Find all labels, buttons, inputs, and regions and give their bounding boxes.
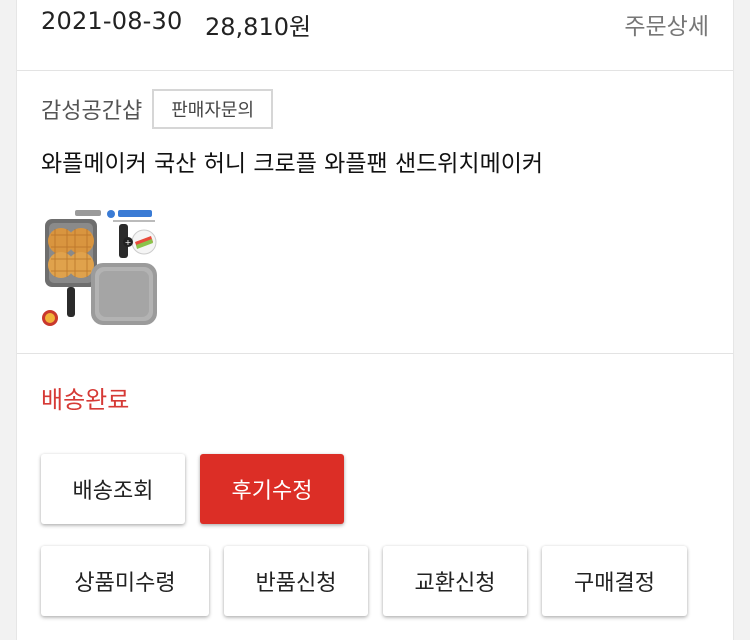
edit-review-button[interactable]: 후기수정 [200, 454, 344, 524]
product-thumbnail[interactable]: + [41, 207, 163, 329]
order-card: 2021-08-30 28,810원 주문상세 감성공간샵 판매자문의 와플메이… [16, 0, 734, 640]
order-header: 2021-08-30 28,810원 주문상세 [17, 0, 733, 71]
order-price: 28,810원 [205, 13, 312, 41]
product-name[interactable]: 와플메이커 국산 허니 크로플 와플팬 샌드위치메이커 [41, 144, 543, 178]
shop-name[interactable]: 감성공간샵 [41, 93, 142, 125]
section-divider [17, 353, 733, 354]
order-date: 2021-08-30 [41, 7, 183, 35]
waffle-maker-product-image: + [42, 210, 157, 326]
delivery-status: 배송완료 [41, 386, 130, 414]
track-delivery-button[interactable]: 배송조회 [41, 454, 185, 524]
exchange-request-button[interactable]: 교환신청 [383, 546, 527, 616]
seller-inquiry-button[interactable]: 판매자문의 [152, 89, 274, 129]
order-detail-link[interactable]: 주문상세 [624, 7, 709, 41]
not-received-button[interactable]: 상품미수령 [41, 546, 209, 616]
svg-text:+: + [125, 238, 132, 247]
return-request-button[interactable]: 반품신청 [224, 546, 368, 616]
shop-row: 감성공간샵 판매자문의 [41, 88, 274, 130]
confirm-purchase-button[interactable]: 구매결정 [542, 546, 687, 616]
